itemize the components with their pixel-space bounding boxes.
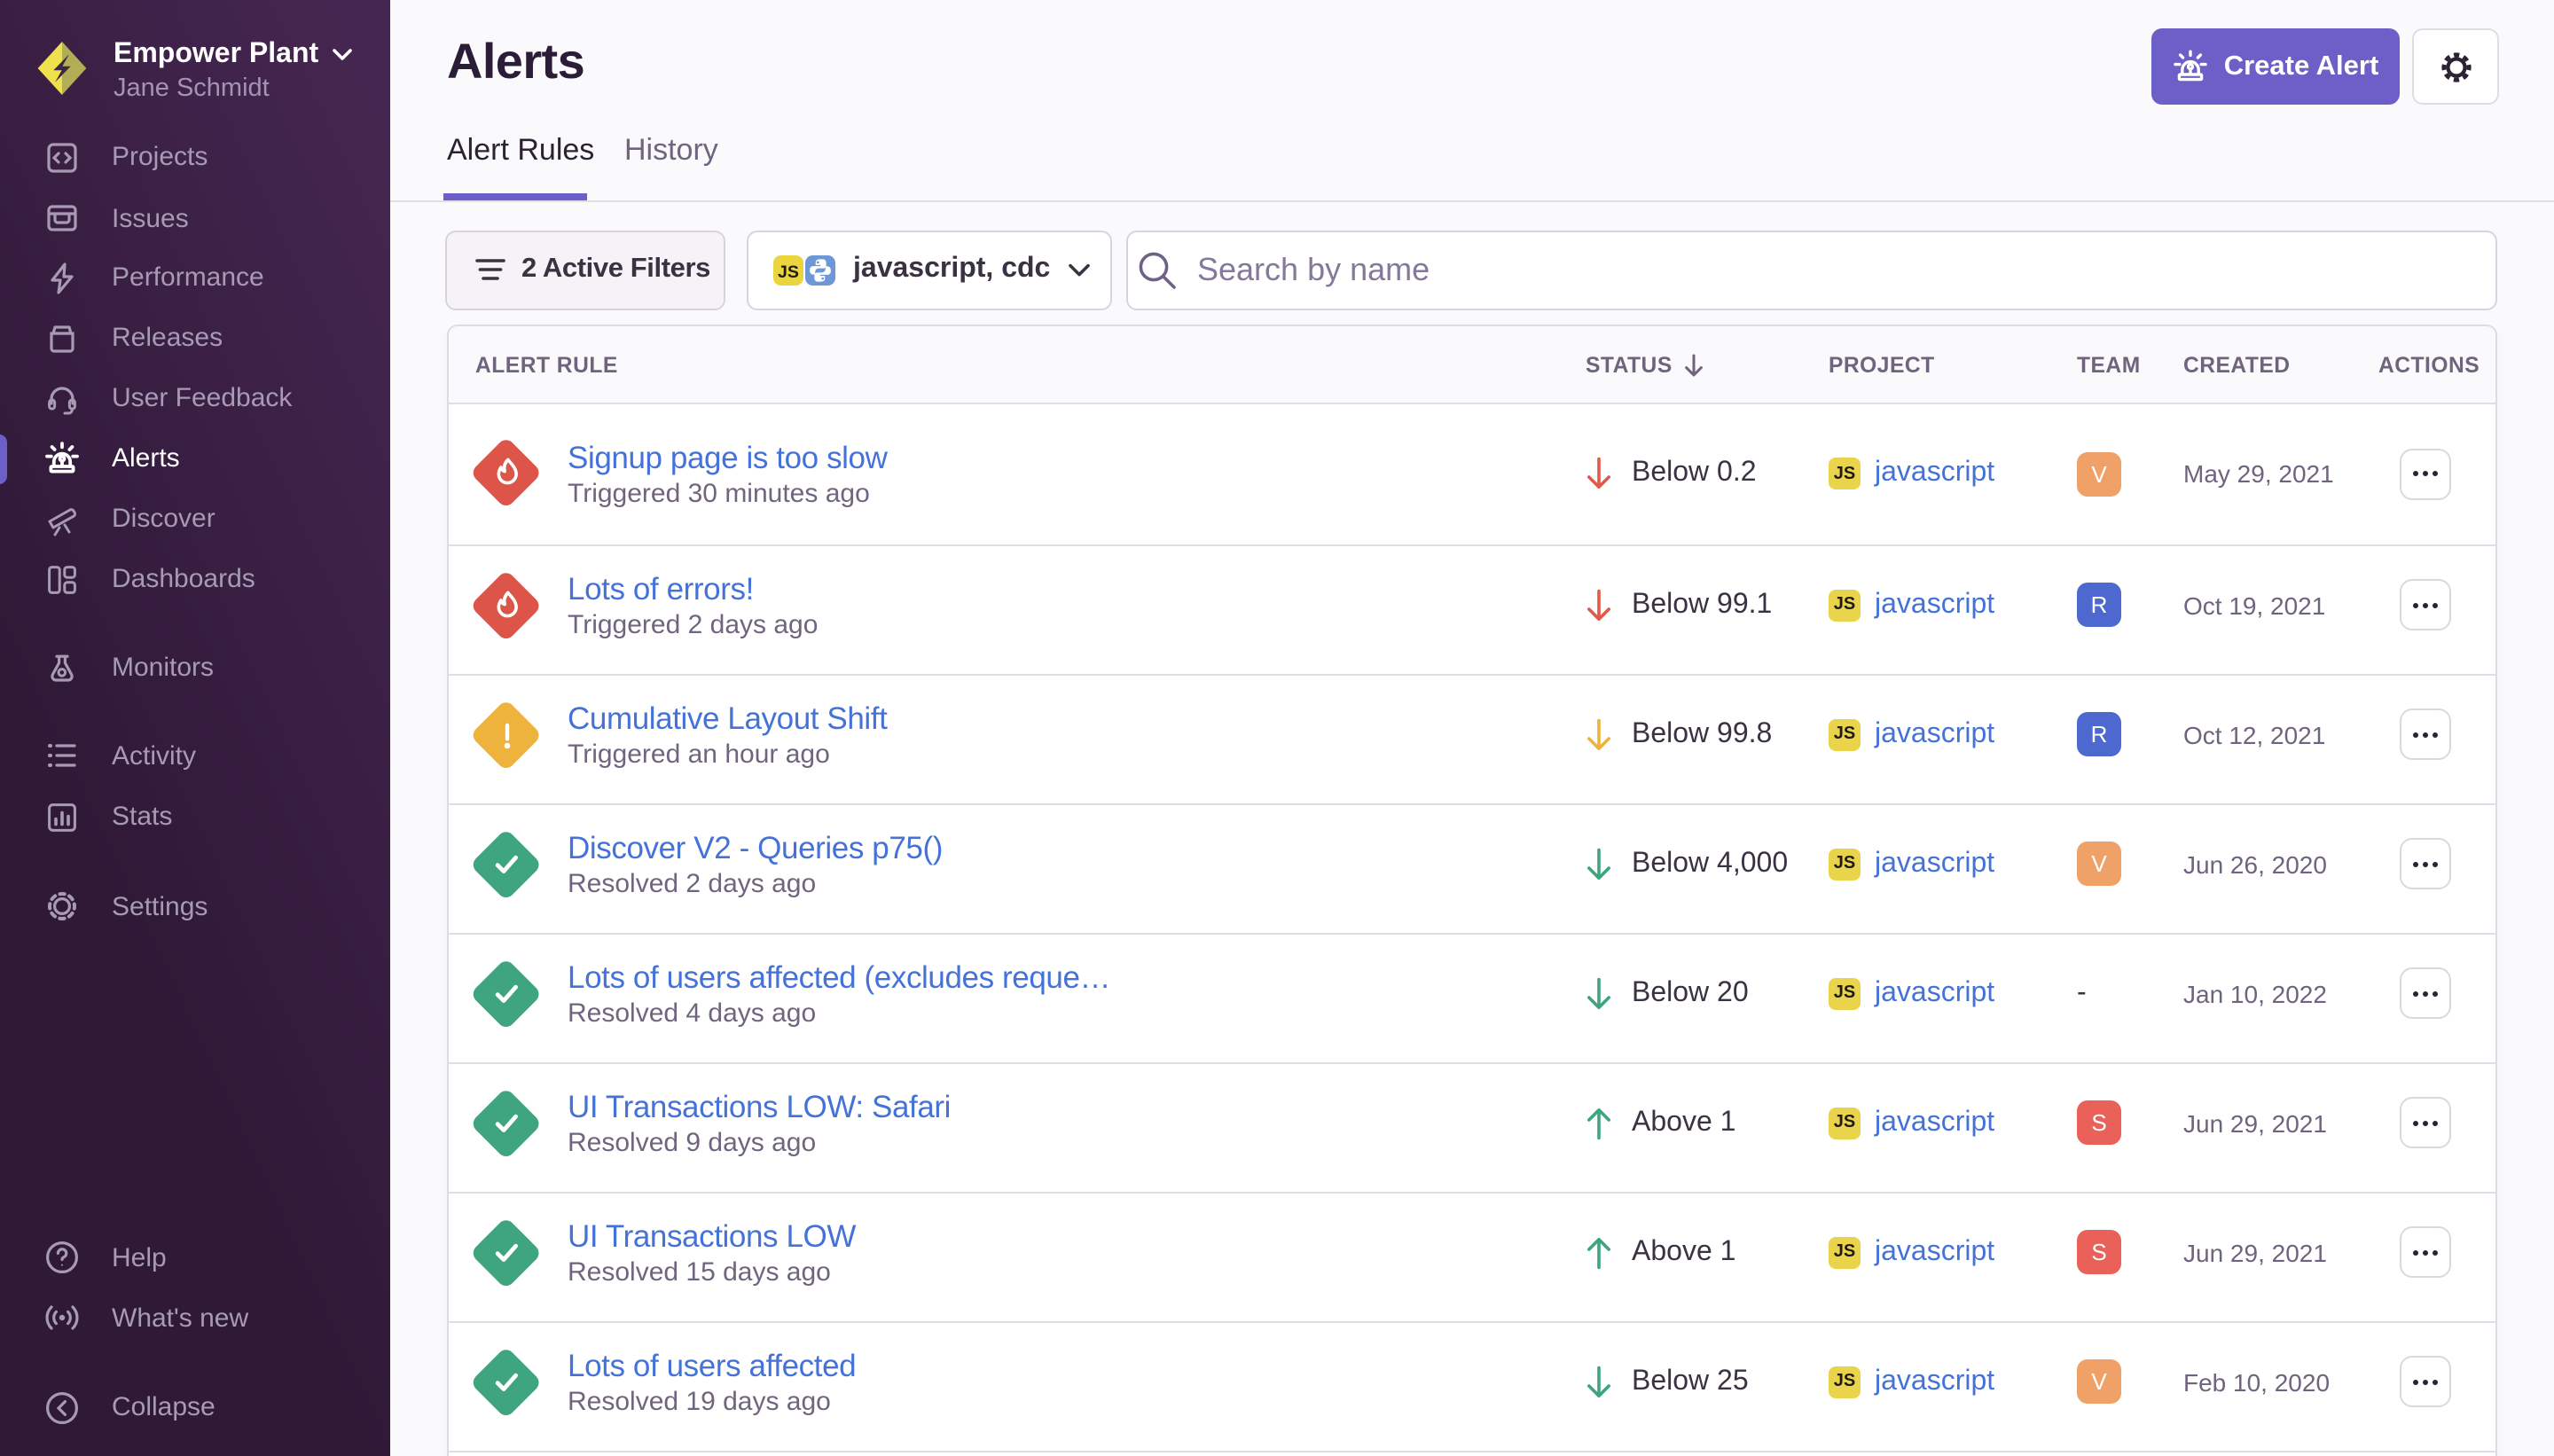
svg-text:JS: JS [778, 262, 799, 282]
